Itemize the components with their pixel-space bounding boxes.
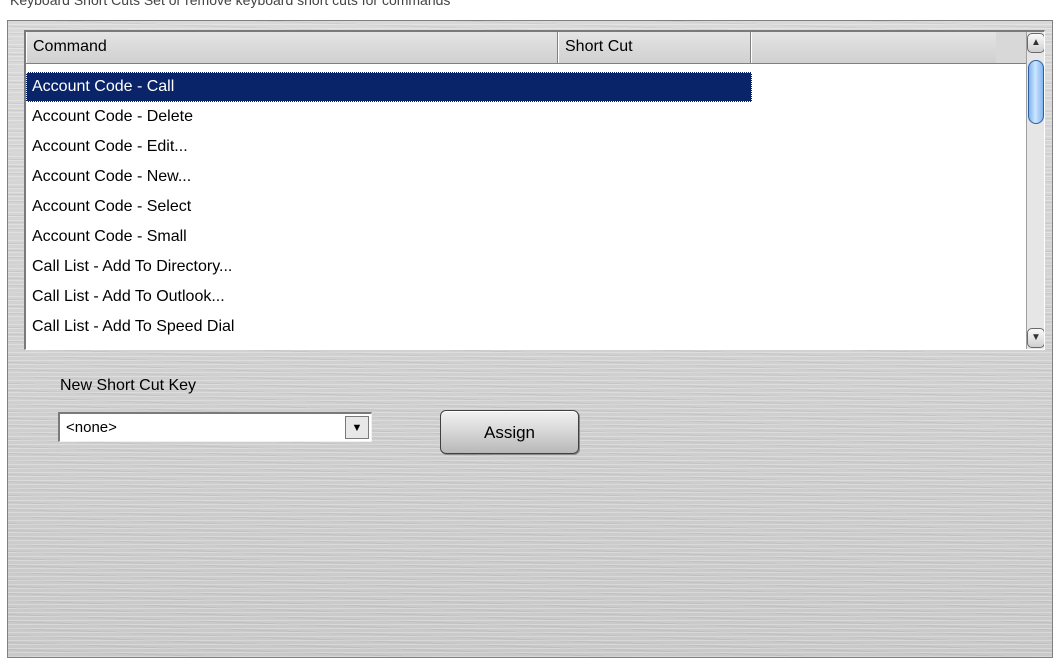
list-item[interactable]: Call List - Call Number Type... [26,342,1026,349]
list-item[interactable]: Account Code - Select [26,192,1026,222]
list-item-selected[interactable]: Account Code - Call [26,72,752,102]
assign-button[interactable]: Assign [440,410,579,454]
list-header: Command Short Cut [26,32,1026,64]
shortcut-key-dropdown[interactable]: <none> ▼ [58,412,372,442]
column-header-blank[interactable] [751,32,996,63]
scroll-up-arrow-icon[interactable]: ▲ [1027,33,1044,53]
shortcut-key-value: <none> [66,419,117,436]
new-shortcut-key-label: New Short Cut Key [60,377,197,394]
top-partial-text-strip: Keyboard Short Cuts Set or remove keyboa… [0,0,1054,20]
list-item[interactable]: Call List - Add To Outlook... [26,282,1026,312]
list-item[interactable]: Account Code - New... [26,162,1026,192]
column-header-shortcut[interactable]: Short Cut [558,32,751,63]
list-item[interactable]: Call List - Add To Speed Dial [26,312,1026,342]
list-rows: Account Code - Call Account Code - Delet… [26,72,1026,349]
chevron-down-icon[interactable]: ▼ [345,416,369,439]
top-partial-text: Keyboard Short Cuts Set or remove keyboa… [10,0,451,8]
list-item[interactable]: Account Code - Small [26,222,1026,252]
scroll-thumb[interactable] [1028,60,1044,124]
list-item[interactable]: Account Code - Edit... [26,132,1026,162]
command-list[interactable]: Command Short Cut Account Code - Call Ac… [24,30,1045,350]
column-header-command[interactable]: Command [26,32,558,63]
list-item[interactable]: Account Code - Delete [26,102,1026,132]
list-item[interactable]: Call List - Add To Directory... [26,252,1026,282]
scroll-down-arrow-icon[interactable]: ▼ [1027,328,1044,348]
vertical-scrollbar[interactable]: ▲ ▼ [1026,32,1044,349]
